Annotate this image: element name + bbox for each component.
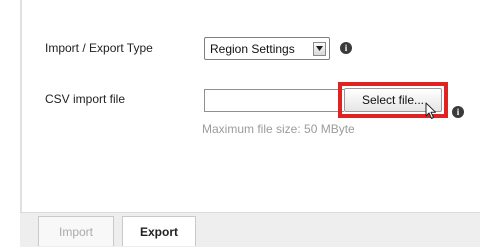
- csv-file-input[interactable]: [204, 89, 344, 112]
- type-select[interactable]: Region Settings: [204, 37, 330, 60]
- mouse-pointer-icon: [425, 102, 436, 119]
- max-size-hint: Maximum file size: 50 MByte: [202, 122, 355, 136]
- csv-label: CSV import file: [45, 92, 126, 106]
- type-select-value: Region Settings: [210, 41, 295, 56]
- info-icon[interactable]: i: [340, 42, 352, 54]
- import-button[interactable]: Import: [38, 216, 114, 246]
- info-icon[interactable]: i: [452, 106, 464, 118]
- export-button[interactable]: Export: [122, 216, 196, 246]
- chevron-down-icon[interactable]: [313, 41, 326, 56]
- type-label: Import / Export Type: [45, 41, 153, 55]
- panel-left-border: [20, 0, 22, 246]
